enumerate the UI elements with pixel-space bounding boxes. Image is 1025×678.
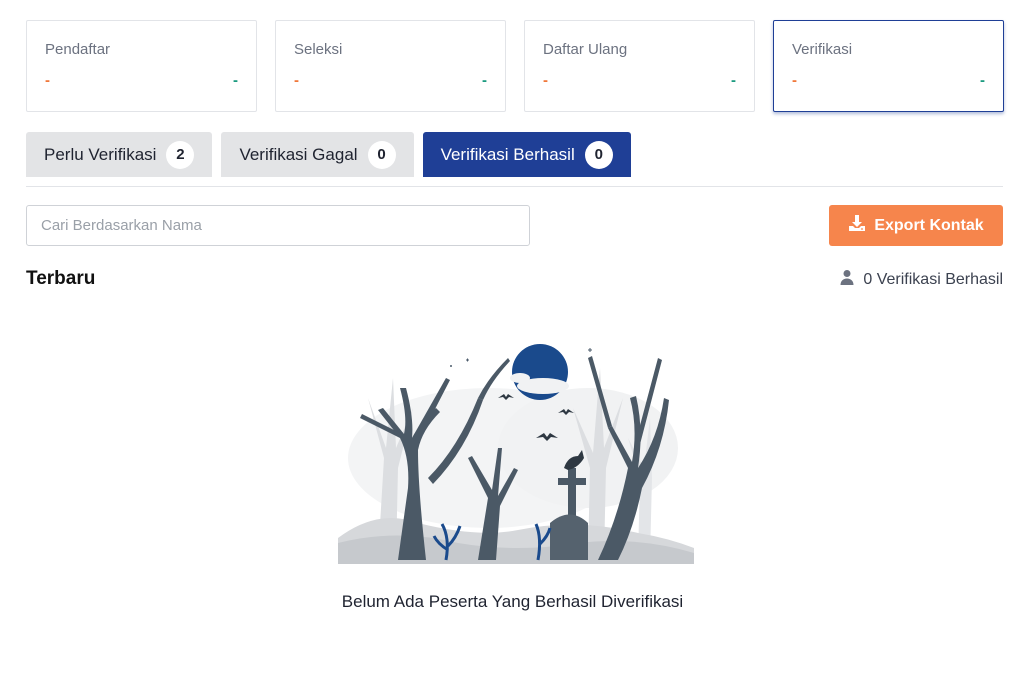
stat-label: Seleksi bbox=[294, 41, 343, 58]
tab-label: Verifikasi Berhasil bbox=[440, 144, 575, 164]
verification-tabs: Perlu Verifikasi 2 Verifikasi Gagal 0 Ve… bbox=[26, 132, 631, 177]
export-contact-button[interactable]: Export Kontak bbox=[829, 205, 1003, 246]
stat-card-daftar-ulang[interactable]: Daftar Ulang - - bbox=[524, 20, 755, 112]
tab-verifikasi-berhasil[interactable]: Verifikasi Berhasil 0 bbox=[422, 132, 631, 177]
stat-right-value: - bbox=[731, 72, 736, 89]
stat-right-value: - bbox=[233, 72, 238, 89]
search-input[interactable] bbox=[26, 205, 530, 246]
verified-count: 0 Verifikasi Berhasil bbox=[839, 269, 1003, 290]
spooky-graveyard-illustration bbox=[338, 338, 694, 564]
tab-label: Verifikasi Gagal bbox=[239, 144, 358, 164]
stat-card-verifikasi[interactable]: Verifikasi - - bbox=[773, 20, 1004, 112]
count-badge: 0 bbox=[367, 140, 396, 169]
tabs-divider bbox=[26, 186, 1003, 187]
stat-label: Verifikasi bbox=[792, 41, 853, 58]
stat-left-value: - bbox=[792, 72, 797, 89]
tab-verifikasi-gagal[interactable]: Verifikasi Gagal 0 bbox=[221, 132, 414, 177]
stat-label: Pendaftar bbox=[45, 41, 111, 58]
count-badge: 2 bbox=[166, 140, 195, 169]
tab-label: Perlu Verifikasi bbox=[44, 144, 157, 164]
stat-card-seleksi[interactable]: Seleksi - - bbox=[275, 20, 506, 112]
section-title: Terbaru bbox=[26, 268, 96, 289]
tab-perlu-verifikasi[interactable]: Perlu Verifikasi 2 bbox=[26, 132, 213, 177]
verified-count-text: 0 Verifikasi Berhasil bbox=[863, 270, 1003, 288]
stat-right-value: - bbox=[980, 72, 985, 89]
stat-label: Daftar Ulang bbox=[543, 41, 628, 58]
download-icon bbox=[848, 214, 866, 237]
empty-state-message: Belum Ada Peserta Yang Berhasil Diverifi… bbox=[341, 592, 684, 611]
count-badge: 0 bbox=[584, 140, 613, 169]
stat-right-value: - bbox=[482, 72, 487, 89]
export-label: Export Kontak bbox=[874, 216, 984, 234]
stats-cards: Pendaftar - - Seleksi - - Daftar Ulang -… bbox=[26, 20, 1004, 112]
stat-left-value: - bbox=[45, 72, 50, 89]
stat-card-pendaftar[interactable]: Pendaftar - - bbox=[26, 20, 257, 112]
user-icon bbox=[839, 269, 855, 290]
stat-left-value: - bbox=[294, 72, 299, 89]
stat-left-value: - bbox=[543, 72, 548, 89]
